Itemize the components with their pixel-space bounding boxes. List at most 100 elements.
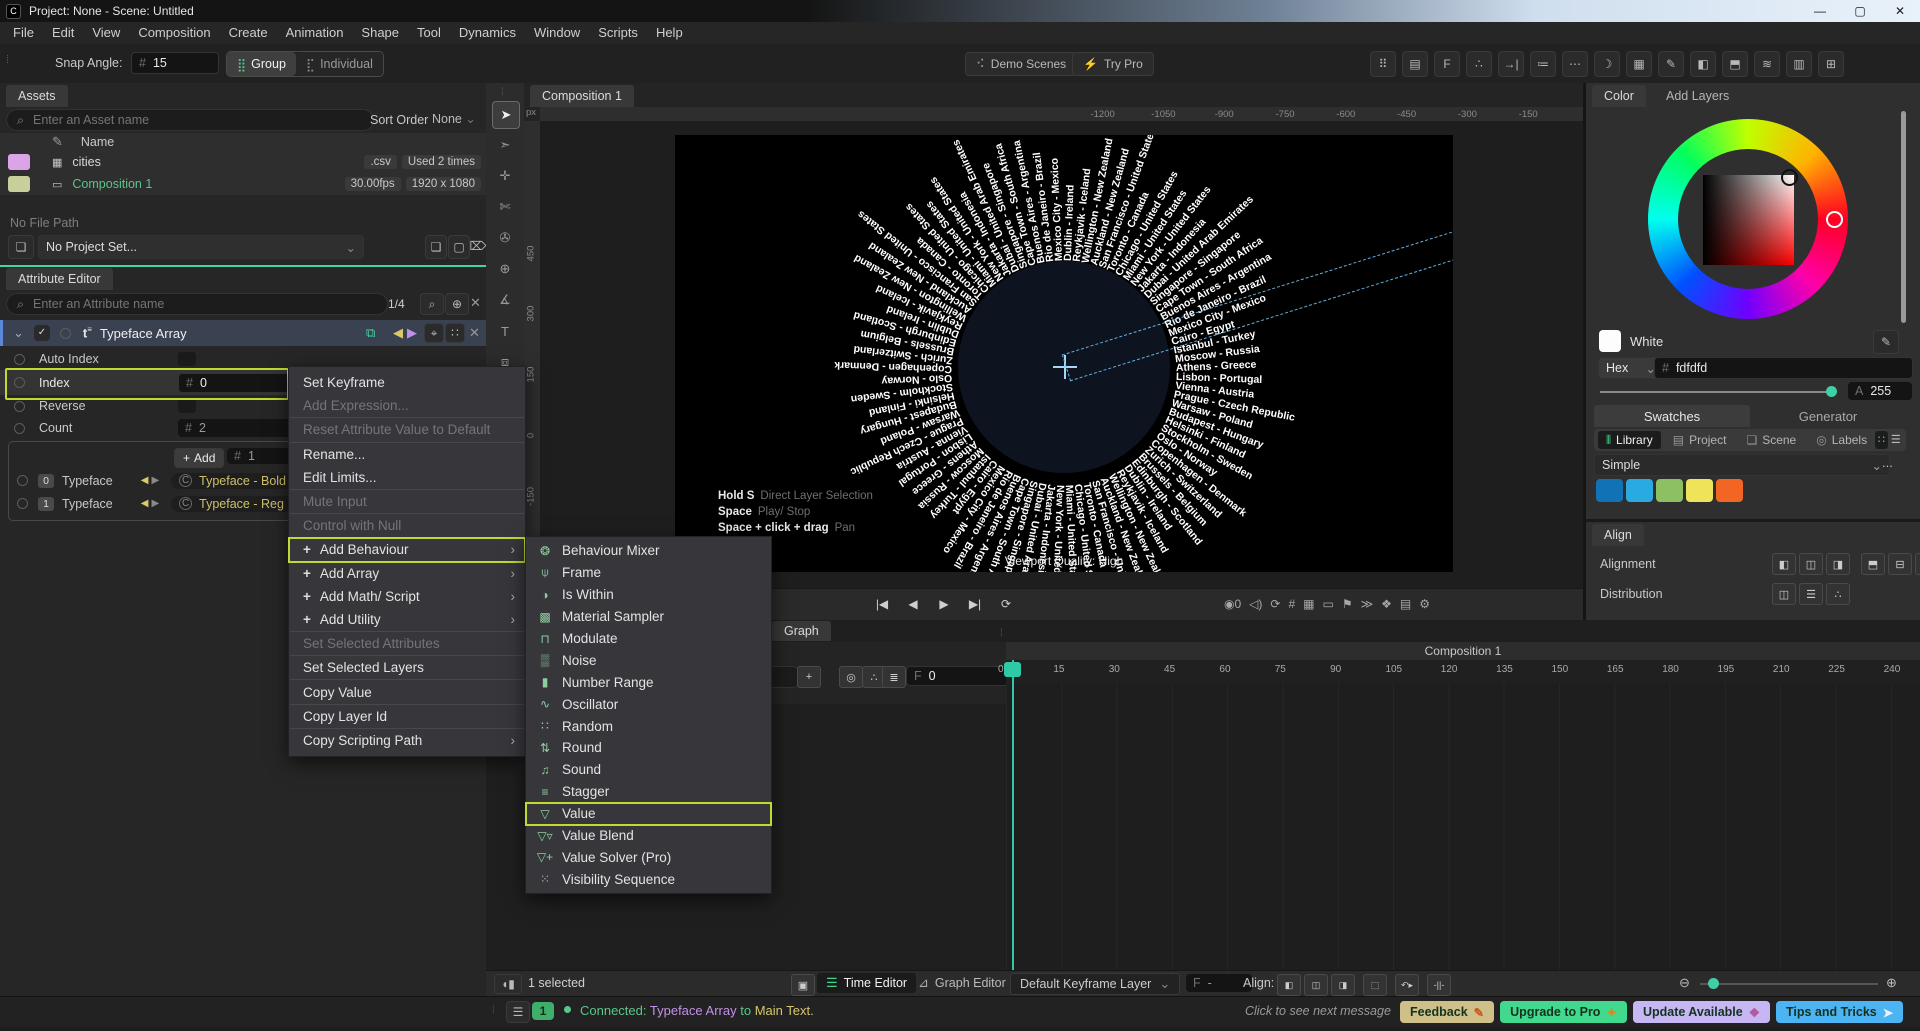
submenu-item-oscillator[interactable]: ∿Oscillator — [526, 693, 771, 715]
color-swatch[interactable] — [1626, 479, 1653, 502]
tab-composition-1[interactable]: Composition 1 — [530, 85, 634, 107]
tab-add-layers[interactable]: Add Layers — [1656, 85, 1739, 107]
loop-button[interactable]: ⟳ — [993, 594, 1019, 614]
text-tool-icon[interactable]: T — [492, 318, 518, 344]
align-center-icon[interactable]: ◫ — [1304, 974, 1328, 996]
tab-assets[interactable]: Assets — [6, 85, 68, 107]
menu-item-add-expression-[interactable]: Add Expression... — [289, 394, 525, 417]
asset-color-swatch[interactable] — [8, 176, 30, 192]
graph-editor-button[interactable]: ⊿ Graph Editor — [909, 973, 1015, 993]
trash-icon[interactable]: ⌦ — [471, 235, 485, 257]
tab-color[interactable]: Color — [1592, 85, 1646, 107]
hex-field[interactable]: # fdfdfd — [1654, 357, 1913, 379]
next-entry-icon[interactable]: ▶ — [151, 498, 159, 509]
monitor-icon[interactable]: ▢ — [448, 235, 470, 259]
asset-search-field[interactable]: ⌕ — [6, 109, 374, 131]
menu-item-control-with-null[interactable]: Control with Null — [289, 514, 525, 537]
panel-icon[interactable]: ▤ — [1402, 51, 1428, 77]
auto-index-checkbox[interactable] — [178, 352, 196, 366]
menu-item-copy-scripting-path[interactable]: Copy Scripting Path› — [289, 729, 525, 752]
add-entry-button[interactable]: +Add — [174, 448, 224, 468]
play-button[interactable]: ▶ — [931, 594, 957, 614]
waves-icon[interactable]: ≋ — [1754, 51, 1780, 77]
zoom-out-icon[interactable]: ⊖ — [1679, 975, 1690, 991]
library-tab-project[interactable]: ▤Project — [1665, 431, 1735, 449]
align-bottom-icon[interactable]: ⬓ — [1915, 553, 1920, 575]
menu-scripts[interactable]: Scripts — [589, 22, 647, 44]
count-field[interactable]: # 2 — [178, 419, 292, 437]
asset-color-swatch[interactable] — [8, 154, 30, 170]
submenu-item-value-solver-pro-[interactable]: ▽+Value Solver (Pro) — [526, 846, 771, 868]
clear-search-icon[interactable]: ✕ — [470, 295, 481, 311]
align-center-v-icon[interactable]: ⊟ — [1888, 553, 1912, 575]
menu-item-copy-layer-id[interactable]: Copy Layer Id — [289, 705, 525, 728]
solo-filter-button[interactable]: ◎ — [839, 666, 863, 688]
individual-button[interactable]: ⣏ Individual — [296, 52, 383, 76]
expand-icon[interactable]: ∷ — [445, 323, 465, 343]
asset-row[interactable]: ▭Composition 130.00fps1920 x 1080 — [0, 173, 486, 197]
project-folder-icon[interactable]: ❏ — [8, 235, 34, 259]
distribute-h-icon[interactable]: ◫ — [1772, 583, 1796, 605]
upgrade-to-pro-button[interactable]: Upgrade to Pro✦ — [1500, 1001, 1627, 1023]
index-field[interactable]: # 0 — [178, 373, 294, 393]
measure-tool-icon[interactable]: ∡ — [492, 287, 518, 313]
distribute-spacing-icon[interactable]: ∴ — [1826, 583, 1850, 605]
pin-icon[interactable]: ⌖ — [424, 323, 444, 343]
settings-gear-icon[interactable]: ⚙ — [1419, 594, 1430, 614]
next-message-hint[interactable]: Click to see next message — [1245, 1004, 1391, 1018]
menu-file[interactable]: File — [4, 22, 43, 44]
menu-item-add-array[interactable]: +Add Array› — [289, 562, 525, 585]
align-left-edge-icon[interactable]: ◧ — [1690, 51, 1716, 77]
camera-tool-icon[interactable]: ✇ — [492, 225, 518, 251]
frame-number-icon[interactable]: # — [1288, 594, 1295, 614]
menu-item-set-selected-layers[interactable]: Set Selected Layers — [289, 656, 525, 679]
messages-icon[interactable]: ☰ — [506, 1001, 530, 1023]
alpha-field[interactable]: A 255 — [1848, 382, 1912, 400]
frame-range-icon[interactable]: ⬚ — [1363, 974, 1387, 996]
output-arrow-icon[interactable]: ▶ — [407, 325, 417, 341]
enabled-check-icon[interactable]: ✓ — [34, 325, 50, 341]
layout-icon[interactable]: ⧉ — [366, 325, 375, 341]
saturation-square[interactable] — [1703, 175, 1794, 265]
list-view-icon[interactable]: ☰ — [1890, 431, 1902, 449]
keyframe-layer-dropdown[interactable]: Default Keyframe Layer ⌄ — [1010, 973, 1180, 995]
keyframe-circle-icon[interactable] — [14, 354, 25, 365]
quality-icon[interactable]: ❖ — [1381, 594, 1392, 614]
direct-select-tool-icon[interactable]: ➣ — [492, 132, 518, 158]
submenu-item-stagger[interactable]: ≡Stagger — [526, 781, 771, 803]
menu-composition[interactable]: Composition — [129, 22, 219, 44]
close-attribute-icon[interactable]: ✕ — [469, 325, 480, 341]
next-entry-icon[interactable]: ▶ — [151, 475, 159, 486]
playhead-line[interactable] — [1012, 660, 1014, 970]
grid-plus-icon[interactable]: ⊞ — [1818, 51, 1844, 77]
align-right-icon[interactable]: ◨ — [1331, 974, 1355, 996]
prev-entry-icon[interactable]: ◀ — [141, 475, 149, 486]
current-frame-field[interactable]: F 0 — [906, 666, 1012, 686]
screen-icon[interactable]: ▭ — [1322, 594, 1333, 614]
sort-order-dropdown[interactable]: None ⌄ — [432, 111, 480, 126]
hue-selector[interactable] — [1826, 211, 1843, 228]
more-dots-icon[interactable]: ⋯ — [1562, 51, 1588, 77]
menu-tool[interactable]: Tool — [408, 22, 450, 44]
menu-help[interactable]: Help — [647, 22, 692, 44]
zoom-in-icon[interactable]: ⊕ — [1886, 975, 1897, 991]
scrollbar[interactable] — [1901, 111, 1906, 323]
color-swatch[interactable] — [1686, 479, 1713, 502]
group-button[interactable]: ⣿ Group — [227, 52, 296, 76]
submenu-item-behaviour-mixer[interactable]: ❂Behaviour Mixer — [526, 540, 771, 562]
ease-curve-icon[interactable]: ↶▸ — [1395, 974, 1419, 996]
zoom-attributes-icon[interactable]: ⌕ — [420, 293, 444, 315]
keyframe-circle-icon[interactable] — [60, 328, 71, 339]
attribute-header[interactable]: ⌄ ✓ t≡ Typeface Array ⧉ ◀ ▶ ⌖ ∷ ✕ — [0, 320, 489, 346]
menu-dynamics[interactable]: Dynamics — [450, 22, 525, 44]
composition-frame[interactable]: Dublin - IrelandReykjavik - IcelandWelli… — [675, 135, 1453, 572]
eyedropper-button[interactable]: ✎ — [1873, 330, 1899, 354]
ruler-grid-icon[interactable]: ▦ — [1626, 51, 1652, 77]
name-column-header[interactable]: Name — [81, 135, 114, 149]
columns-icon[interactable]: ▥ — [1786, 51, 1812, 77]
tips-and-tricks-button[interactable]: Tips and Tricks➤ — [1776, 1001, 1903, 1023]
demo-scenes-button[interactable]: ⠪ Demo Scenes — [965, 52, 1077, 76]
feedback-button[interactable]: Feedback✎ — [1400, 1001, 1494, 1023]
grid-dots-icon[interactable]: ⠿ — [1370, 51, 1396, 77]
tab-align[interactable]: Align — [1592, 524, 1644, 546]
